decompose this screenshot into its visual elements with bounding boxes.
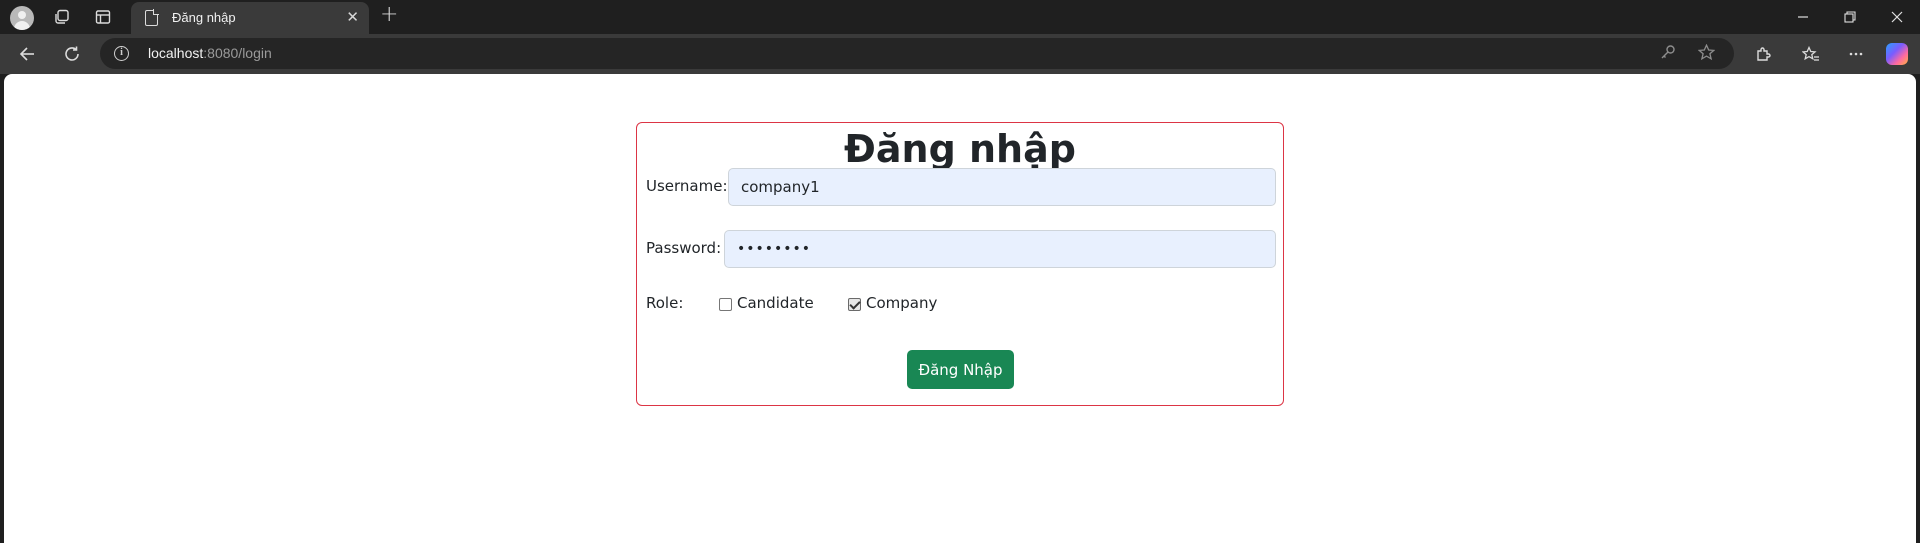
browser-title-bar: Đăng nhập ✕ +	[0, 0, 1920, 34]
refresh-icon[interactable]	[56, 38, 88, 70]
browser-toolbar: i localhost:8080/login	[0, 34, 1920, 74]
candidate-checkbox[interactable]	[719, 298, 732, 311]
site-info-icon[interactable]: i	[114, 46, 129, 61]
password-label: Password:	[646, 239, 722, 257]
minimize-icon[interactable]	[1780, 0, 1826, 34]
restore-icon[interactable]	[1827, 0, 1873, 34]
more-options-icon[interactable]	[1842, 40, 1870, 68]
favorite-star-icon[interactable]	[1697, 43, 1716, 65]
company-label[interactable]: Company	[866, 294, 937, 312]
profile-avatar-icon[interactable]	[10, 6, 34, 30]
key-icon[interactable]	[1660, 44, 1676, 64]
login-form: Đăng nhập Username: company1 Password: •…	[636, 122, 1284, 406]
back-icon[interactable]	[11, 38, 43, 70]
extensions-icon[interactable]	[1749, 40, 1777, 68]
page-icon	[145, 9, 159, 26]
password-input[interactable]: ••••••••	[724, 230, 1276, 268]
copilot-icon[interactable]	[1886, 43, 1908, 65]
company-checkbox[interactable]	[848, 298, 861, 311]
tab-login[interactable]: Đăng nhập ✕	[131, 2, 369, 34]
tab-title: Đăng nhập	[172, 10, 236, 25]
close-tab-icon[interactable]: ✕	[346, 8, 359, 26]
role-label: Role:	[646, 294, 684, 312]
url-text[interactable]: localhost:8080/login	[148, 45, 272, 61]
new-tab-icon[interactable]: +	[380, 2, 398, 27]
address-bar[interactable]: i localhost:8080/login	[100, 38, 1734, 69]
page-title: Đăng nhập	[844, 127, 1076, 171]
close-window-icon[interactable]	[1874, 0, 1920, 34]
username-input[interactable]: company1	[728, 168, 1276, 206]
page-viewport: Đăng nhập Username: company1 Password: •…	[4, 74, 1916, 543]
candidate-label[interactable]: Candidate	[737, 294, 814, 312]
vertical-tabs-icon[interactable]	[85, 0, 121, 34]
workspaces-icon[interactable]	[44, 0, 80, 34]
favorites-icon[interactable]	[1797, 40, 1825, 68]
username-label: Username:	[646, 177, 728, 195]
login-button[interactable]: Đăng Nhập	[907, 350, 1014, 389]
